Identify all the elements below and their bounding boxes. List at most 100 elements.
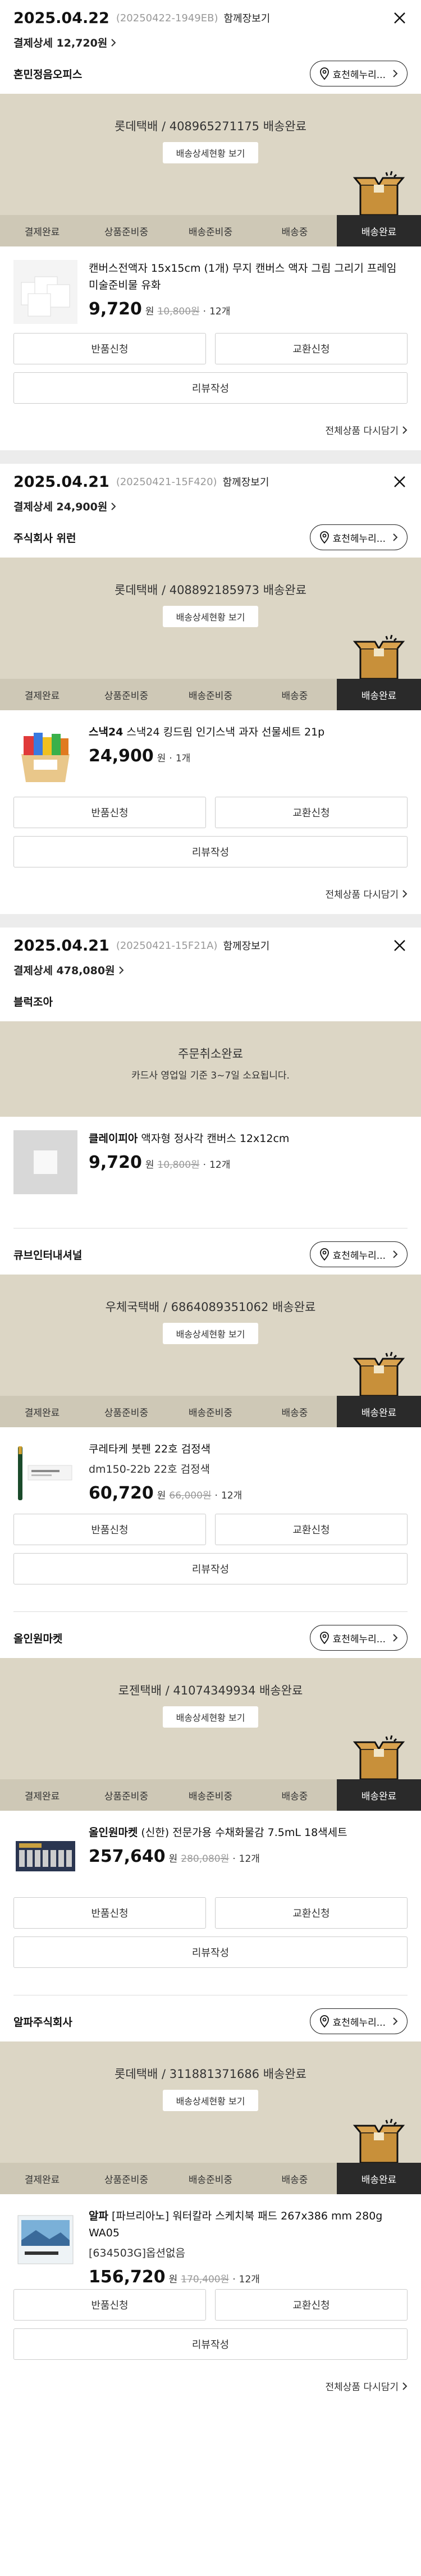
store-label: 효천헤누리... [332,69,386,81]
chevron-right-icon [392,2017,398,2025]
store-label: 효천헤누리... [332,1633,386,1645]
shipping-detail-button[interactable]: 배송상세현황 보기 [163,1706,258,1728]
chevron-right-icon [402,426,408,434]
product-quantity: 12개 [209,1159,231,1171]
product-info: 알파 [파브리아노] 워터칼라 스케치북 패드 267x386 mm 280g W… [89,2208,408,2287]
original-price: 66,000원 [169,1490,212,1501]
return-request-button[interactable]: 반품신청 [13,333,206,364]
shipping-status-panel: 롯데택배 / 408892185973 배송완료 배송상세현황 보기 결제완료 상품준… [0,558,421,710]
delivered-box-icon [353,634,405,680]
store-button[interactable]: 효천헤누리... [309,1241,408,1267]
progress-step: 상품준비중 [104,2174,149,2186]
shipping-status-text: 우체국택배 / 6864089351062 배송완료 [105,1300,316,1314]
product-item[interactable]: 올인원마켓 (신한) 전문가용 수채화물감 7.5mL 18색세트 257,640 원… [13,1811,408,1895]
product-thumbnail[interactable] [13,1824,77,1888]
seller-row: 알파주식회사 효천헤누리... [13,2008,408,2035]
exchange-request-button[interactable]: 교환신청 [215,1514,408,1545]
shipping-status-text: 롯데택배 / 311881371686 배송완료 [115,2067,306,2081]
progress-step: 배송중 [281,2174,308,2186]
product-price: 9,720 [89,299,142,319]
separator-dot: · [203,306,207,317]
shipping-detail-button[interactable]: 배송상세현황 보기 [163,1323,258,1344]
original-price: 280,080원 [181,1853,230,1865]
product-quantity: 12개 [209,306,231,317]
progress-step: 상품준비중 [104,690,149,702]
progress-step: 배송완료 [337,679,421,710]
order-title-row: 2025.04.22 (20250422-1949EB) 함께장보기 [13,9,408,27]
product-name[interactable]: 스낵24 스낵24 킹드림 인기스낵 과자 선물세트 21p [89,724,408,741]
exchange-request-button[interactable]: 교환신청 [215,333,408,364]
product-quantity: 12개 [239,1853,260,1865]
reorder-all-link[interactable]: 전체상품 다시담기 [13,2379,408,2393]
product-thumbnail[interactable] [13,724,77,788]
payment-detail-text: 결제상세 12,720원 [13,37,108,49]
product-thumbnail[interactable] [13,1130,77,1194]
product-name[interactable]: 올인원마켓 (신한) 전문가용 수채화물감 7.5mL 18색세트 [89,1824,408,1841]
action-buttons: 반품신청 교환신청 [13,797,408,828]
exchange-request-button[interactable]: 교환신청 [215,797,408,828]
seller-group: 주식회사 위런 효천헤누리... 롯데택배 / 408892185973 배송완료 배… [0,520,421,901]
product-name[interactable]: 알파 [파브리아노] 워터칼라 스케치북 패드 267x386 mm 280g W… [89,2208,408,2241]
store-button[interactable]: 효천헤누리... [309,61,408,86]
product-item[interactable]: 알파 [파브리아노] 워터칼라 스케치북 패드 267x386 mm 280g W… [13,2194,408,2287]
progress-step: 결제완료 [24,226,60,238]
shipping-status-text: 로젠택배 / 41074349934 배송완료 [118,1684,303,1697]
shipping-status-panel: 주문취소완료 카드사 영업일 기준 3~7일 소요됩니다. [0,1021,421,1117]
product-title: 쿠레타케 붓펜 22호 검정색 [89,1443,211,1455]
close-icon[interactable] [388,7,411,29]
close-icon[interactable] [388,471,411,493]
product-item[interactable]: 쿠레타케 붓펜 22호 검정색 dm150-22b 22호 검정색 60,720 원 6… [13,1427,408,1511]
chevron-right-icon [111,503,116,510]
exchange-request-button[interactable]: 교환신청 [215,1897,408,1929]
reorder-all-link[interactable]: 전체상품 다시담기 [13,887,408,901]
return-request-button[interactable]: 반품신청 [13,797,206,828]
seller-name: 주식회사 위런 [13,532,76,545]
payment-detail-link[interactable]: 결제상세 24,900원 [13,499,408,514]
product-item[interactable]: 캔버스전액자 15x15cm (1개) 무지 캔버스 액자 그림 그리기 프레임… [13,246,408,331]
close-icon[interactable] [388,934,411,957]
product-name[interactable]: 클레이피아 액자형 정사각 캔버스 12x12cm [89,1130,408,1147]
product-title: (신한) 전문가용 수채화물감 7.5mL 18색세트 [141,1826,347,1839]
write-review-button[interactable]: 리뷰작성 [13,372,408,404]
separator-dot: · [203,1159,207,1171]
progress-step: 배송준비중 [188,226,233,238]
product-thumbnail[interactable] [13,2208,77,2272]
chevron-right-icon [111,39,116,47]
product-quantity: 1개 [175,753,191,764]
return-request-button[interactable]: 반품신청 [13,1897,206,1929]
progress-step: 배송완료 [337,1396,421,1427]
product-item[interactable]: 스낵24 스낵24 킹드림 인기스낵 과자 선물세트 21p 24,900 원 · 1개 [13,710,408,794]
product-title: 스낵24 킹드림 인기스낵 과자 선물세트 21p [126,726,325,738]
refund-notice: 카드사 영업일 기준 3~7일 소요됩니다. [131,1070,290,1081]
product-name[interactable]: 쿠레타케 붓펜 22호 검정색 [89,1441,408,1458]
order-header: 2025.04.21 (20250421-15F420) 함께장보기 결제상세 24,… [0,464,421,520]
store-button[interactable]: 효천헤누리... [309,1625,408,1651]
payment-detail-link[interactable]: 결제상세 12,720원 [13,35,408,50]
product-name[interactable]: 캔버스전액자 15x15cm (1개) 무지 캔버스 액자 그림 그리기 프레임… [89,260,408,294]
reorder-all-link[interactable]: 전체상품 다시담기 [13,423,408,437]
shipping-detail-button[interactable]: 배송상세현황 보기 [163,606,258,627]
product-item[interactable]: 클레이피아 액자형 정사각 캔버스 12x12cm 9,720 원 10,800원 · 12… [13,1117,408,1201]
shipping-detail-button[interactable]: 배송상세현황 보기 [163,142,258,163]
separator-dot: · [232,1853,236,1865]
location-pin-icon [319,2015,330,2027]
product-thumbnail[interactable] [13,1441,77,1505]
exchange-request-button[interactable]: 교환신청 [215,2289,408,2321]
seller-row: 주식회사 위런 효천헤누리... [13,524,408,551]
product-thumbnail[interactable] [13,260,77,324]
progress-step: 배송완료 [337,1779,421,1811]
shipping-status-text: 롯데택배 / 408965271175 배송완료 [115,120,306,133]
order-header: 2025.04.21 (20250421-15F21A) 함께장보기 결제상세 478… [0,928,421,984]
shipping-detail-button[interactable]: 배송상세현황 보기 [163,2090,258,2111]
progress-step: 결제완료 [24,690,60,702]
write-review-button[interactable]: 리뷰작성 [13,1936,408,1968]
store-button[interactable]: 효천헤누리... [309,524,408,550]
return-request-button[interactable]: 반품신청 [13,2289,206,2321]
write-review-button[interactable]: 리뷰작성 [13,836,408,867]
write-review-button[interactable]: 리뷰작성 [13,1553,408,1584]
store-button[interactable]: 효천헤누리... [309,2008,408,2034]
progress-step: 상품준비중 [104,1407,149,1419]
write-review-button[interactable]: 리뷰작성 [13,2328,408,2360]
return-request-button[interactable]: 반품신청 [13,1514,206,1545]
payment-detail-link[interactable]: 결제상세 478,080원 [13,962,408,978]
